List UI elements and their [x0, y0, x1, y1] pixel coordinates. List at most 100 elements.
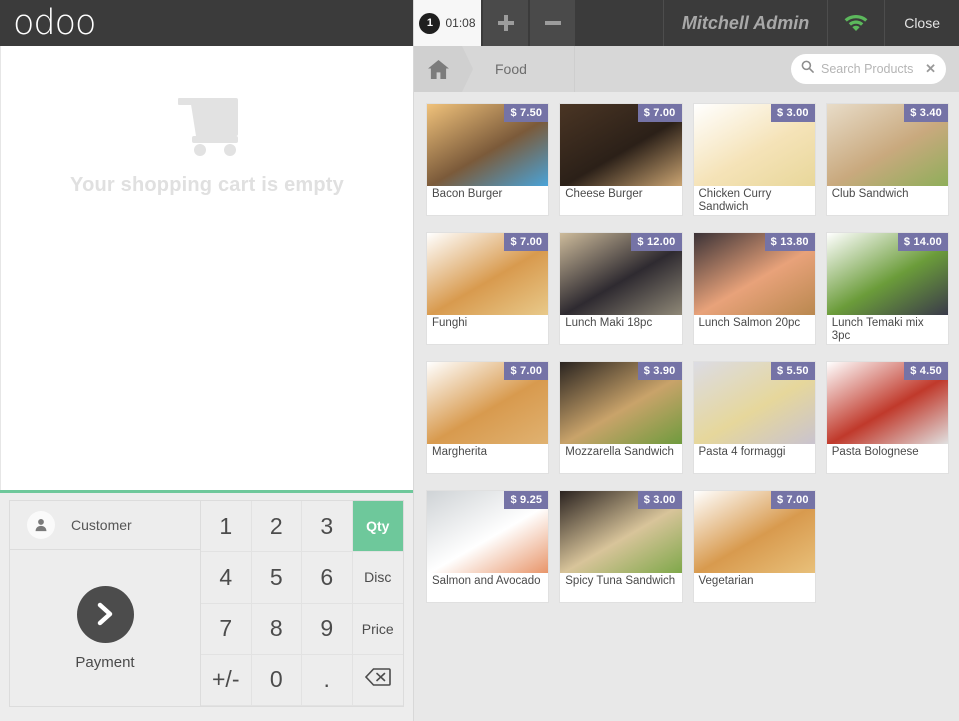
wifi-icon	[844, 15, 868, 31]
numpad-mode-price[interactable]: Price	[352, 603, 403, 655]
numpad-key-0[interactable]: 0	[251, 654, 302, 706]
numpad-key-5[interactable]: 5	[251, 552, 302, 604]
order-timer: 01:08	[445, 16, 476, 30]
product-card[interactable]: $ 7.00 Cheese Burger	[559, 103, 683, 216]
order-panel: odoo Your shopping cart is empty Custome…	[0, 0, 414, 721]
order-number-badge: 1	[419, 12, 441, 34]
search-input[interactable]: Search Products	[821, 62, 918, 76]
numpad-key-decimal[interactable]: .	[302, 654, 353, 706]
numpad-key-1[interactable]: 1	[201, 501, 252, 553]
product-image: $ 7.00	[427, 233, 549, 315]
order-tab-list: 1 01:08	[414, 0, 481, 46]
empty-cart-text: Your shopping cart is empty	[70, 174, 344, 196]
product-price-badge: $ 7.00	[770, 491, 815, 509]
product-name: Salmon and Avocado	[432, 575, 541, 587]
product-card[interactable]: $ 7.00 Vegetarian	[692, 490, 816, 603]
product-name: Spicy Tuna Sandwich	[565, 575, 676, 587]
topbar-right: Mitchell Admin Close	[662, 0, 959, 46]
product-name: Pasta Bolognese	[831, 446, 919, 458]
product-image: $ 3.90	[560, 362, 682, 444]
product-price-badge: $ 3.00	[770, 104, 815, 122]
product-price-badge: $ 3.40	[904, 104, 948, 122]
numpad-key-3[interactable]: 3	[302, 501, 353, 553]
product-image: $ 3.00	[560, 491, 682, 573]
product-name: Bacon Burger	[432, 188, 503, 200]
payment-button[interactable]: Payment	[10, 550, 200, 706]
product-card[interactable]: $ 3.00 Spicy Tuna Sandwich	[559, 490, 683, 603]
search-icon	[801, 60, 814, 78]
product-card[interactable]: $ 7.00 Margherita	[426, 361, 550, 474]
product-image: $ 12.00	[560, 233, 682, 315]
product-name: Vegetarian	[698, 575, 754, 587]
actionpad-container: Customer Payment 1 2 3 Qty 4 5 6 Disc 7 …	[0, 493, 413, 721]
numpad-key-6[interactable]: 6	[302, 552, 353, 604]
numpad-key-2[interactable]: 2	[251, 501, 302, 553]
product-price-badge: $ 13.80	[764, 233, 815, 251]
product-price-badge: $ 4.50	[904, 362, 948, 380]
breadcrumb-home-button[interactable]	[414, 46, 473, 92]
product-image: $ 9.25	[427, 491, 549, 573]
actionpad: Customer Payment 1 2 3 Qty 4 5 6 Disc 7 …	[9, 500, 404, 707]
numpad-mode-qty[interactable]: Qty	[352, 501, 403, 553]
product-card[interactable]: $ 7.50 Bacon Burger	[426, 103, 550, 216]
set-customer-button[interactable]: Customer	[10, 501, 200, 550]
product-image: $ 5.50	[693, 362, 815, 444]
product-name: Club Sandwich	[831, 188, 909, 200]
product-panel: 1 01:08 Mitchell Admin Close Food Search…	[414, 0, 959, 721]
product-card[interactable]: $ 12.00 Lunch Maki 18pc	[559, 232, 683, 345]
product-card[interactable]: $ 14.00 Lunch Temaki mix 3pc	[825, 232, 949, 345]
numpad-key-8[interactable]: 8	[251, 603, 302, 655]
product-name: Mozzarella Sandwich	[565, 446, 674, 458]
payment-label: Payment	[75, 653, 135, 671]
product-card[interactable]: $ 9.25 Salmon and Avocado	[426, 490, 550, 603]
actionpad-left: Customer Payment	[10, 501, 200, 706]
close-button[interactable]: Close	[884, 0, 959, 46]
order-cart: Your shopping cart is empty	[0, 46, 413, 490]
numpad-key-4[interactable]: 4	[201, 552, 252, 604]
add-order-button[interactable]	[483, 0, 528, 46]
product-name: Margherita	[432, 446, 487, 458]
backspace-icon	[364, 666, 391, 693]
product-image: $ 7.00	[693, 491, 815, 573]
product-image: $ 7.50	[427, 104, 549, 186]
numpad-key-sign[interactable]: +/-	[201, 654, 252, 706]
numpad-key-9[interactable]: 9	[302, 603, 353, 655]
breadcrumb-category[interactable]: Food	[495, 61, 527, 77]
chevron-right-icon	[76, 585, 134, 643]
shopping-cart-icon	[174, 94, 240, 160]
pos-app: odoo Your shopping cart is empty Custome…	[0, 0, 959, 721]
order-tab-1[interactable]: 1 01:08	[414, 0, 481, 46]
product-price-badge: $ 7.00	[504, 362, 549, 380]
plus-icon	[497, 15, 514, 31]
product-card[interactable]: $ 3.40 Club Sandwich	[825, 103, 949, 216]
product-card[interactable]: $ 3.90 Mozzarella Sandwich	[559, 361, 683, 474]
remove-order-button[interactable]	[530, 0, 575, 46]
wifi-status-button[interactable]	[827, 0, 884, 46]
numpad-key-7[interactable]: 7	[201, 603, 252, 655]
product-card[interactable]: $ 7.00 Funghi	[426, 232, 550, 345]
product-card[interactable]: $ 5.50 Pasta 4 formaggi	[692, 361, 816, 474]
product-image: $ 14.00	[826, 233, 948, 315]
product-image: $ 7.00	[427, 362, 549, 444]
numpad-mode-disc[interactable]: Disc	[352, 552, 403, 604]
product-grid: $ 7.50 Bacon Burger $ 7.00 Cheese Burger $ 3…	[414, 92, 959, 721]
product-name: Pasta 4 formaggi	[698, 446, 786, 458]
username-label[interactable]: Mitchell Admin	[662, 0, 827, 46]
product-name: Cheese Burger	[565, 188, 643, 200]
product-image: $ 3.00	[693, 104, 815, 186]
product-name: Chicken Curry Sandwich	[698, 188, 772, 213]
user-icon	[27, 511, 55, 539]
search-products-box[interactable]: Search Products ✕	[791, 54, 946, 84]
product-image: $ 3.40	[826, 104, 948, 186]
close-icon[interactable]: ✕	[925, 61, 936, 77]
product-card[interactable]: $ 4.50 Pasta Bolognese	[825, 361, 949, 474]
product-price-badge: $ 7.50	[504, 104, 549, 122]
product-name: Funghi	[432, 317, 468, 329]
product-price-badge: $ 3.90	[637, 362, 682, 380]
odoo-logo: odoo	[13, 2, 96, 43]
breadcrumb-divider	[574, 46, 575, 92]
product-name: Lunch Temaki mix 3pc	[831, 317, 924, 342]
product-card[interactable]: $ 3.00 Chicken Curry Sandwich	[692, 103, 816, 216]
product-card[interactable]: $ 13.80 Lunch Salmon 20pc	[692, 232, 816, 345]
numpad-backspace-button[interactable]	[352, 655, 403, 706]
